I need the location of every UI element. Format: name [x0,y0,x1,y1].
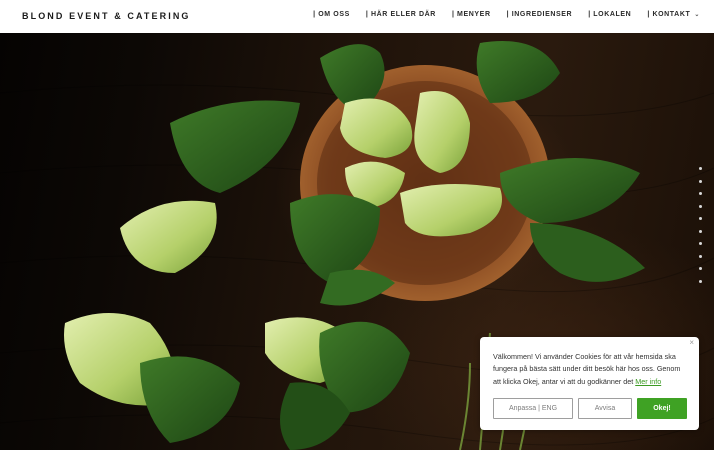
scrollbar-gutter [714,33,720,450]
slide-dot-nav [699,167,702,283]
nav-item-om-oss[interactable]: | OM OSS [313,11,350,18]
site-header: BLOND EVENT & CATERING | OM OSS | HÄR EL… [0,0,720,33]
slide-dot[interactable] [699,279,702,283]
brand-logo[interactable]: BLOND EVENT & CATERING [22,11,191,21]
main-nav: | OM OSS | HÄR ELLER DÄR | MENYER | INGR… [313,11,700,18]
slide-dot[interactable] [699,267,702,270]
slide-dot[interactable] [699,192,702,195]
accept-button[interactable]: Okej! [637,398,687,419]
slide-dot[interactable] [699,242,702,245]
slide-dot[interactable] [699,229,702,233]
nav-item-ingredienser[interactable]: | INGREDIENSER [507,11,573,18]
nav-item-har-eller-dar[interactable]: | HÄR ELLER DÄR [366,11,436,18]
slide-dot[interactable] [699,254,702,258]
slide-dot[interactable] [699,179,702,183]
page: BLOND EVENT & CATERING | OM OSS | HÄR EL… [0,0,720,450]
slide-dot[interactable] [699,204,702,208]
chevron-down-icon: ⌄ [694,11,700,18]
close-icon[interactable]: × [689,338,694,347]
slide-dot[interactable] [699,217,702,220]
cookie-message: Välkommen! Vi använder Cookies för att v… [493,352,681,386]
more-info-link[interactable]: Mer info [635,377,661,386]
customize-button[interactable]: Anpassa | ENG [493,398,573,419]
slide-dot[interactable] [699,167,702,170]
cookie-buttons: Anpassa | ENG Avvisa Okej! [493,398,687,419]
nav-item-kontakt[interactable]: | KONTAKT ⌄ [647,11,700,18]
reject-button[interactable]: Avvisa [578,398,632,419]
cookie-banner: × Välkommen! Vi använder Cookies för att… [480,337,699,430]
nav-item-lokalen[interactable]: | LOKALEN [588,11,631,18]
nav-item-menyer[interactable]: | MENYER [452,11,491,18]
